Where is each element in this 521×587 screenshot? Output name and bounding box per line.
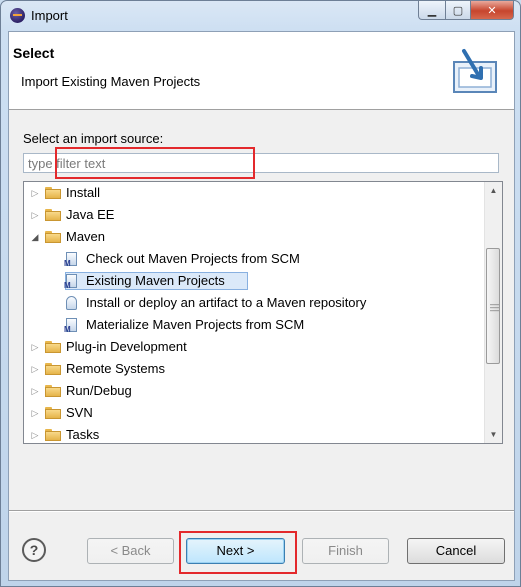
artifact-icon: [64, 296, 79, 311]
maven-icon: M: [64, 318, 79, 334]
folder-icon: [45, 209, 61, 221]
expand-arrow-icon[interactable]: ▷: [30, 210, 40, 220]
tree-item-tasks[interactable]: ▷ Tasks: [24, 424, 484, 443]
vertical-scrollbar[interactable]: ▲ — — — ▼: [484, 182, 502, 443]
help-button[interactable]: ?: [22, 538, 46, 562]
tree-item-label: Tasks: [66, 427, 100, 442]
tree-item-label: Check out Maven Projects from SCM: [86, 251, 300, 266]
tree-item-maven[interactable]: ◢ Maven: [24, 226, 484, 248]
folder-icon: [45, 407, 61, 419]
maven-icon: M: [64, 252, 79, 268]
expand-arrow-icon[interactable]: ▷: [30, 408, 40, 418]
maximize-icon: ▢: [452, 4, 464, 17]
tree-item-label: Plug-in Development: [66, 339, 187, 354]
folder-icon: [45, 341, 61, 353]
tree-item-label: Java EE: [66, 207, 115, 222]
minimize-icon: ▁: [427, 4, 437, 17]
tree-item-label: SVN: [66, 405, 93, 420]
button-bar-separator: [9, 510, 514, 512]
tree-item-materialize-maven-scm[interactable]: M Materialize Maven Projects from SCM: [24, 314, 484, 336]
scroll-up-arrow-icon[interactable]: ▲: [485, 182, 502, 199]
expand-arrow-icon[interactable]: ▷: [30, 188, 40, 198]
tree-item-label: Install or deploy an artifact to a Maven…: [86, 295, 367, 310]
tree-item-existing-maven-projects[interactable]: M Existing Maven Projects: [24, 270, 484, 292]
close-icon: ✕: [487, 4, 497, 17]
maximize-button[interactable]: ▢: [446, 1, 471, 20]
import-dialog: Import ▁ ▢ ✕ Select Import Existing Mave…: [0, 0, 521, 587]
folder-icon: [45, 187, 61, 199]
import-wizard-icon: [453, 49, 497, 93]
collapse-arrow-icon[interactable]: ◢: [30, 232, 40, 242]
window-controls: ▁ ▢ ✕: [418, 1, 514, 21]
expand-arrow-icon[interactable]: ▷: [30, 430, 40, 440]
tree-item-label: Existing Maven Projects: [86, 273, 225, 288]
import-source-label: Select an import source:: [23, 131, 164, 146]
tree-item-checkout-maven-scm[interactable]: M Check out Maven Projects from SCM: [24, 248, 484, 270]
window-title: Import: [31, 8, 68, 23]
folder-open-icon: [45, 231, 61, 243]
page-description: Import Existing Maven Projects: [21, 74, 201, 89]
close-button[interactable]: ✕: [471, 1, 514, 20]
eclipse-icon: [10, 8, 25, 23]
highlight-box-next: [179, 531, 297, 574]
tree-item-install-deploy-artifact[interactable]: Install or deploy an artifact to a Maven…: [24, 292, 484, 314]
finish-button[interactable]: Finish: [302, 538, 389, 564]
minimize-button[interactable]: ▁: [418, 1, 446, 20]
tree-item-plugin-development[interactable]: ▷ Plug-in Development: [24, 336, 484, 358]
page-title: Select: [13, 45, 55, 61]
expand-arrow-icon[interactable]: ▷: [30, 364, 40, 374]
folder-icon: [45, 385, 61, 397]
import-source-tree[interactable]: ▷ Install ▷ Java EE ◢ Maven M Check out …: [23, 181, 503, 444]
maven-icon: M: [64, 274, 79, 290]
scrollbar-thumb[interactable]: — — —: [486, 248, 500, 364]
highlight-box-existing-maven: [55, 147, 255, 179]
tree-item-label: Install: [66, 185, 100, 200]
grip-icon: — — —: [490, 299, 499, 315]
dialog-client-area: Select Import Existing Maven Projects Se…: [8, 31, 515, 581]
tree-item-java-ee[interactable]: ▷ Java EE: [24, 204, 484, 226]
tree-item-remote-systems[interactable]: ▷ Remote Systems: [24, 358, 484, 380]
folder-icon: [45, 429, 61, 441]
title-bar[interactable]: Import ▁ ▢ ✕: [1, 1, 520, 31]
tree-item-install[interactable]: ▷ Install: [24, 182, 484, 204]
expand-arrow-icon[interactable]: ▷: [30, 386, 40, 396]
back-button[interactable]: < Back: [87, 538, 174, 564]
tree-item-run-debug[interactable]: ▷ Run/Debug: [24, 380, 484, 402]
tree-item-label: Maven: [66, 229, 106, 244]
wizard-header: Select Import Existing Maven Projects: [9, 32, 514, 110]
folder-icon: [45, 363, 61, 375]
tree-item-label: Materialize Maven Projects from SCM: [86, 317, 305, 332]
expand-arrow-icon[interactable]: ▷: [30, 342, 40, 352]
tree-item-label: Run/Debug: [66, 383, 132, 398]
tree-item-label: Remote Systems: [66, 361, 165, 376]
scroll-down-arrow-icon[interactable]: ▼: [485, 426, 502, 443]
cancel-button[interactable]: Cancel: [407, 538, 505, 564]
tree-item-svn[interactable]: ▷ SVN: [24, 402, 484, 424]
